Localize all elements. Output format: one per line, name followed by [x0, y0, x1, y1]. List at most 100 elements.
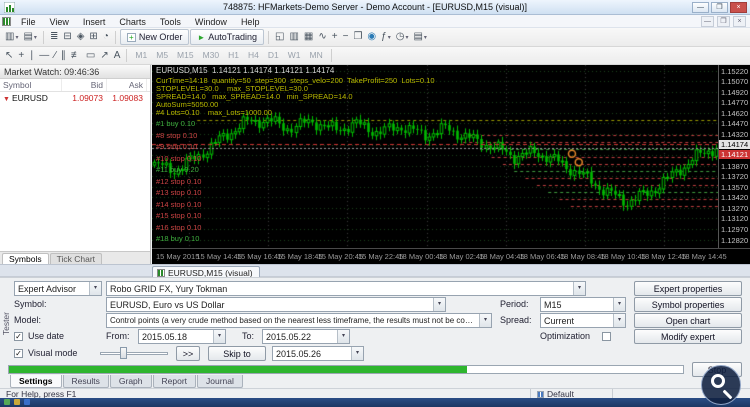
time-axis[interactable]: 15 May 2015 15 May 14:45 15 May 16:45 15 Ma…	[152, 248, 750, 264]
menu-tools[interactable]: Tools	[153, 16, 188, 28]
chart-bars-icon[interactable]: ▥	[287, 29, 300, 45]
expert-advisor-select[interactable]: Robo GRID FX, Yury Tokman ▾	[106, 281, 586, 296]
crosshair-icon[interactable]: +	[16, 48, 26, 64]
timeframe-m5[interactable]: M5	[152, 48, 172, 63]
menu-file[interactable]: File	[14, 16, 43, 28]
timeframe-m30[interactable]: M30	[199, 48, 224, 63]
market-watch-icon[interactable]: ≣	[48, 29, 60, 45]
chevron-down-icon[interactable]: ▾	[613, 314, 625, 327]
indicators-icon[interactable]: ƒ ▾	[379, 29, 393, 45]
column-ask[interactable]: Ask	[107, 79, 147, 91]
chart-candles-icon[interactable]: ▦	[302, 29, 315, 45]
expert-properties-button[interactable]: Expert properties	[634, 281, 742, 296]
new-order-button[interactable]: + New Order	[119, 29, 190, 45]
chart-line-icon[interactable]: ∿	[316, 29, 328, 45]
tester-tab-graph[interactable]: Graph	[109, 375, 152, 388]
trendline-icon[interactable]: ∕	[52, 48, 58, 64]
taskbar-icon-1[interactable]	[4, 399, 10, 405]
navigator-icon[interactable]: ◈	[75, 29, 87, 45]
spread-select[interactable]: Current ▾	[540, 313, 626, 328]
chart-window-icon[interactable]	[2, 17, 11, 26]
fast-forward-button[interactable]: >>	[176, 346, 200, 361]
symbol-row[interactable]: ▼ EURUSD 1.09073 1.09083	[0, 92, 150, 104]
fibonacci-icon[interactable]: ≢	[69, 48, 83, 64]
model-select[interactable]: Control points (a very crude method base…	[106, 313, 492, 328]
autotrading-button[interactable]: ► AutoTrading	[190, 29, 264, 45]
timeframe-d1[interactable]: D1	[264, 48, 283, 63]
menu-view[interactable]: View	[43, 16, 76, 28]
menu-charts[interactable]: Charts	[112, 16, 153, 28]
symbol-properties-button[interactable]: Symbol properties	[634, 297, 742, 312]
tile-windows-icon[interactable]: ❐	[351, 29, 364, 45]
tester-tab-report[interactable]: Report	[152, 375, 197, 388]
timeframe-h1[interactable]: H1	[224, 48, 243, 63]
slider-thumb[interactable]	[120, 347, 128, 359]
chevron-down-icon[interactable]: ▾	[479, 314, 491, 327]
close-button[interactable]: ×	[730, 2, 747, 13]
taskbar-icon-2[interactable]	[14, 399, 20, 405]
tester-tab-results[interactable]: Results	[62, 375, 109, 388]
optimization-checkbox[interactable]	[602, 332, 611, 341]
visual-mode-checkbox[interactable]: ✓	[14, 349, 23, 358]
tester-type-select[interactable]: Expert Advisor ▾	[14, 281, 102, 296]
cursor-icon[interactable]: ↖	[3, 48, 15, 64]
column-bid[interactable]: Bid	[62, 79, 107, 91]
period-select[interactable]: M15 ▾	[540, 297, 626, 312]
child-restore-button[interactable]: ❐	[717, 16, 730, 27]
timeframe-m1[interactable]: M1	[131, 48, 151, 63]
skip-date-select[interactable]: 2015.05.26 ▾	[272, 346, 364, 361]
menu-window[interactable]: Window	[188, 16, 234, 28]
screen-magnifier-overlay[interactable]	[701, 365, 741, 405]
taskbar-icon-3[interactable]	[24, 399, 30, 405]
zoom-in-icon[interactable]: +	[330, 29, 340, 45]
timeframe-w1[interactable]: W1	[284, 48, 305, 63]
timeframe-h4[interactable]: H4	[244, 48, 263, 63]
chevron-down-icon[interactable]: ▾	[573, 282, 585, 295]
menu-insert[interactable]: Insert	[76, 16, 113, 28]
text-icon[interactable]: A	[112, 48, 123, 64]
tester-tab-settings[interactable]: Settings	[10, 375, 62, 388]
chevron-down-icon[interactable]: ▾	[351, 347, 363, 360]
chevron-down-icon[interactable]: ▾	[213, 330, 225, 343]
zoom-out-icon[interactable]: −	[341, 29, 351, 45]
terminal-icon[interactable]: ⊞	[87, 29, 99, 45]
arrows-icon[interactable]: ↗	[98, 48, 110, 64]
data-window-icon[interactable]: ⊟	[61, 29, 73, 45]
chart-tab-bar: EURUSD,M15 (visual)	[0, 264, 750, 278]
market-watch-tab-tick-chart[interactable]: Tick Chart	[49, 253, 103, 264]
visual-speed-slider[interactable]	[100, 347, 168, 360]
market-watch-tab-symbols[interactable]: Symbols	[2, 253, 49, 264]
horizontal-line-icon[interactable]: ―	[37, 48, 51, 64]
vertical-line-icon[interactable]: ∣	[27, 48, 36, 64]
chevron-down-icon[interactable]: ▾	[433, 298, 445, 311]
child-minimize-button[interactable]: —	[701, 16, 714, 27]
to-date-select[interactable]: 2015.05.22 ▾	[262, 329, 350, 344]
channel-icon[interactable]: ∥	[59, 48, 68, 64]
column-symbol[interactable]: Symbol	[0, 79, 62, 91]
tester-tab-journal[interactable]: Journal	[197, 375, 243, 388]
modify-expert-button[interactable]: Modify expert	[634, 329, 742, 344]
strategy-tester-icon[interactable]: ◔	[101, 29, 111, 45]
price-scale[interactable]: 1.15220 1.15070 1.14920 1.14770 1.14620 1.144…	[718, 65, 750, 248]
open-chart-button[interactable]: Open chart	[634, 313, 742, 328]
child-close-button[interactable]: ×	[733, 16, 746, 27]
use-date-checkbox[interactable]: ✓	[14, 332, 23, 341]
from-date-select[interactable]: 2015.05.18 ▾	[138, 329, 226, 344]
new-chart-icon[interactable]: ▥ ▾	[3, 29, 20, 45]
chevron-down-icon[interactable]: ▾	[337, 330, 349, 343]
fullscreen-icon[interactable]: ◱	[273, 29, 286, 45]
symbol-select[interactable]: EURUSD, Euro vs US Dollar ▾	[106, 297, 446, 312]
shapes-icon[interactable]: ▭	[84, 48, 97, 64]
minimize-button[interactable]: —	[692, 2, 709, 13]
chevron-down-icon[interactable]: ▾	[613, 298, 625, 311]
templates-icon[interactable]: ▤ ▾	[411, 29, 428, 45]
periods-icon[interactable]: ◷ ▾	[394, 29, 411, 45]
chevron-down-icon[interactable]: ▾	[89, 282, 101, 295]
skip-to-button[interactable]: Skip to	[208, 346, 266, 361]
timeframe-m15[interactable]: M15	[173, 48, 198, 63]
maximize-button[interactable]: ❐	[711, 2, 728, 13]
menu-help[interactable]: Help	[234, 16, 267, 28]
timeframe-mn[interactable]: MN	[306, 48, 327, 63]
profiles-icon[interactable]: ▤ ▾	[21, 29, 38, 45]
metaquotes-icon[interactable]: ◉	[365, 29, 378, 45]
